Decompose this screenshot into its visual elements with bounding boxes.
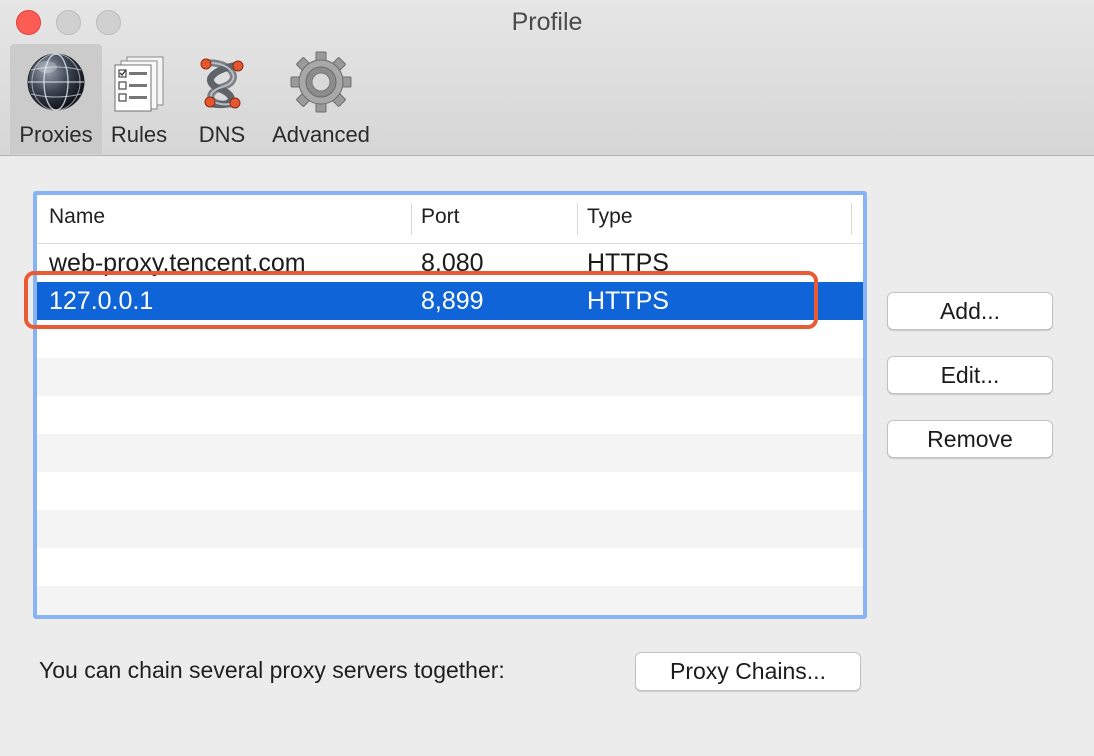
- proxy-chain-description: You can chain several proxy servers toge…: [39, 657, 505, 683]
- toolbar-dns-label: DNS: [198, 122, 246, 147]
- annotation-highlight-box: [24, 271, 818, 329]
- window-title: Profile: [511, 8, 583, 36]
- empty-row: [37, 510, 863, 548]
- column-header-type[interactable]: Type: [587, 205, 633, 229]
- proxy-chains-button[interactable]: Proxy Chains...: [635, 652, 861, 691]
- titlebar-toolbar: Profile Proxies Rules DNS Advanced: [0, 0, 1094, 156]
- table-header: Name Port Type: [37, 195, 863, 244]
- toolbar-rules[interactable]: Rules: [106, 44, 172, 154]
- globe-icon: [25, 44, 87, 120]
- column-separator[interactable]: [577, 203, 578, 235]
- toolbar-proxies-label: Proxies: [19, 122, 93, 147]
- profile-window: Profile Proxies Rules DNS Advanced Name …: [0, 0, 1094, 756]
- rules-list-icon: [109, 44, 169, 120]
- proxy-table[interactable]: Name Port Type web-proxy.tencent.com 8,0…: [33, 191, 867, 619]
- empty-row: [37, 434, 863, 472]
- empty-row: [37, 548, 863, 586]
- add-button[interactable]: Add...: [887, 292, 1053, 330]
- toolbar-rules-label: Rules: [110, 122, 168, 147]
- empty-row: [37, 358, 863, 396]
- dns-network-icon: [192, 44, 252, 120]
- column-separator[interactable]: [411, 203, 412, 235]
- empty-row: [37, 472, 863, 510]
- toolbar-advanced[interactable]: Advanced: [264, 44, 378, 154]
- empty-row: [37, 396, 863, 434]
- toolbar-advanced-label: Advanced: [272, 122, 370, 147]
- remove-button[interactable]: Remove: [887, 420, 1053, 458]
- gear-icon: [289, 44, 353, 120]
- toolbar-dns[interactable]: DNS: [190, 44, 254, 154]
- column-header-name[interactable]: Name: [49, 205, 105, 229]
- toolbar-proxies[interactable]: Proxies: [10, 44, 102, 154]
- empty-row: [37, 586, 863, 615]
- column-separator[interactable]: [851, 203, 852, 235]
- edit-button[interactable]: Edit...: [887, 356, 1053, 394]
- column-header-port[interactable]: Port: [421, 205, 460, 229]
